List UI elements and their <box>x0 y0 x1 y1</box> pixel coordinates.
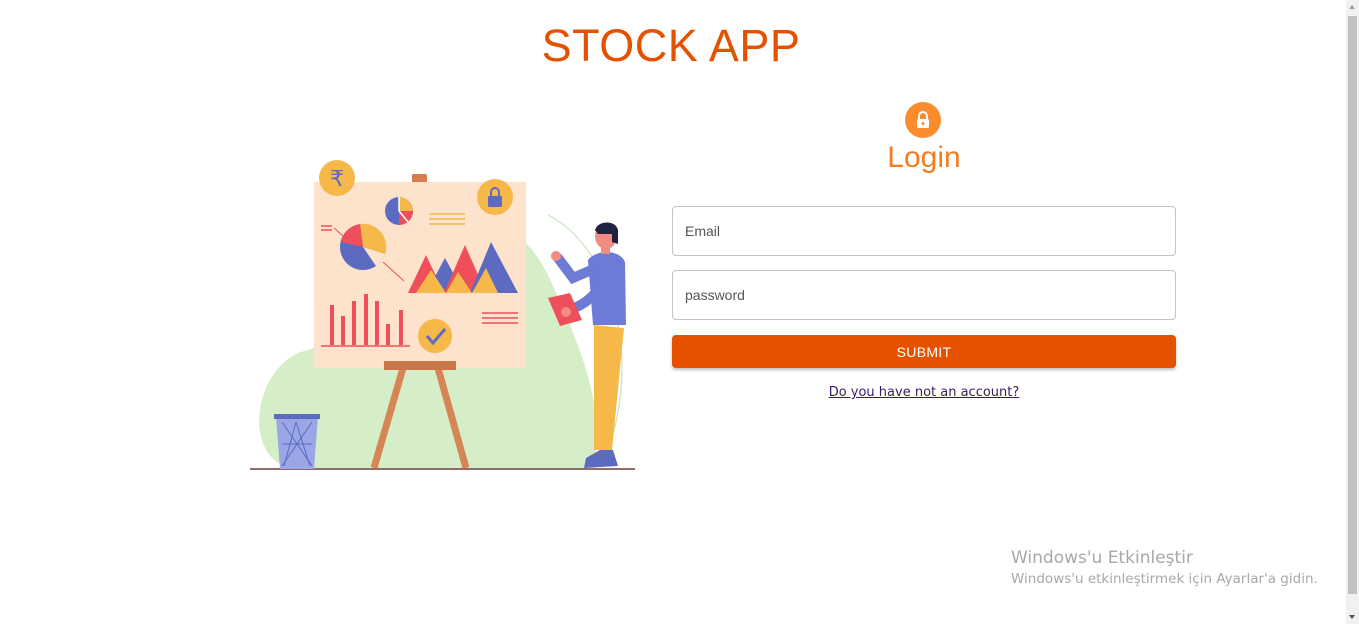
svg-text:₹: ₹ <box>330 167 344 192</box>
submit-button[interactable]: SUBMIT <box>672 335 1176 368</box>
app-title: STOCK APP <box>541 20 801 71</box>
register-link[interactable]: Do you have not an account? <box>672 385 1176 400</box>
windows-activation-watermark: Windows'u Etkinleştir Windows'u etkinleş… <box>1011 547 1318 589</box>
email-input[interactable] <box>673 207 1155 255</box>
scroll-up-icon[interactable] <box>1349 5 1355 9</box>
scroll-down-icon[interactable] <box>1349 615 1355 619</box>
password-input[interactable] <box>673 271 1155 319</box>
password-field-container <box>672 270 1176 320</box>
vertical-scrollbar[interactable] <box>1346 0 1359 624</box>
scroll-thumb[interactable] <box>1348 16 1357 594</box>
presentation-illustration: ₹ <box>250 160 635 470</box>
email-field-container <box>672 206 1176 256</box>
login-heading: Login <box>887 141 961 174</box>
watermark-subtitle: Windows'u etkinleştirmek için Ayarlar'a … <box>1011 571 1318 587</box>
watermark-title: Windows'u Etkinleştir <box>1011 548 1193 568</box>
lock-icon <box>905 102 941 138</box>
